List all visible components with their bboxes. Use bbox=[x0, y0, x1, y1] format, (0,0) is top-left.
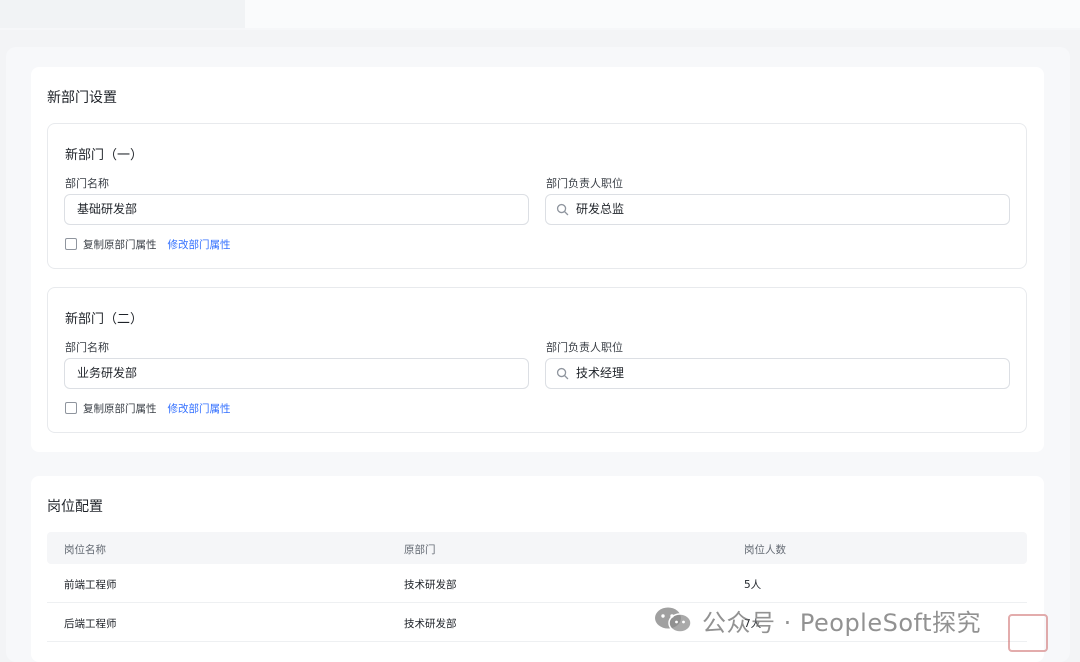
card-title: 新部门（一） bbox=[65, 148, 144, 163]
col-header-headcount: 岗位人数 bbox=[744, 544, 786, 556]
wechat-icon bbox=[655, 607, 692, 633]
dept-name-input[interactable]: 基础研发部 bbox=[64, 194, 529, 225]
copy-attr-label[interactable]: 复制原部门属性 bbox=[83, 401, 157, 416]
dept-name-label: 部门名称 bbox=[65, 341, 109, 354]
stamp-logo bbox=[1008, 614, 1048, 652]
col-header-post-name: 岗位名称 bbox=[64, 544, 106, 556]
modify-attr-link[interactable]: 修改部门属性 bbox=[168, 237, 231, 252]
search-icon bbox=[556, 367, 569, 380]
copy-attr-checkbox[interactable] bbox=[65, 238, 77, 250]
modify-attr-link[interactable]: 修改部门属性 bbox=[168, 401, 231, 416]
dept-head-search-input[interactable]: 研发总监 bbox=[545, 194, 1010, 225]
copy-attr-row: 复制原部门属性 修改部门属性 bbox=[65, 237, 231, 251]
cell-headcount: 5人 bbox=[744, 579, 762, 591]
cell-orig-dept: 技术研发部 bbox=[404, 618, 457, 630]
dept-name-input[interactable]: 业务研发部 bbox=[64, 358, 529, 389]
dept-card-1: 新部门（一） 部门名称 部门负责人职位 基础研发部 研发总监 复制原部门属性 修… bbox=[47, 123, 1027, 269]
cell-post-name: 前端工程师 bbox=[64, 579, 117, 591]
dept-head-value: 技术经理 bbox=[576, 366, 625, 380]
dept-head-label: 部门负责人职位 bbox=[546, 341, 623, 354]
dept-card-2: 新部门（二） 部门名称 部门负责人职位 业务研发部 技术经理 复制原部门属性 修… bbox=[47, 287, 1027, 433]
dept-head-value: 研发总监 bbox=[576, 202, 625, 216]
dept-name-label: 部门名称 bbox=[65, 177, 109, 190]
top-bar-right bbox=[245, 0, 1080, 28]
copy-attr-checkbox[interactable] bbox=[65, 402, 77, 414]
card-title: 新部门（二） bbox=[65, 312, 144, 327]
dept-head-search-input[interactable]: 技术经理 bbox=[545, 358, 1010, 389]
copy-attr-label[interactable]: 复制原部门属性 bbox=[83, 237, 157, 252]
cell-post-name: 后端工程师 bbox=[64, 618, 117, 630]
table-row[interactable]: 前端工程师 技术研发部 5人 bbox=[47, 564, 1027, 603]
dept-head-label: 部门负责人职位 bbox=[546, 177, 623, 190]
watermark: 公众号 · PeopleSoft探究 bbox=[652, 604, 981, 637]
section-title: 岗位配置 bbox=[47, 499, 103, 515]
copy-attr-row: 复制原部门属性 修改部门属性 bbox=[65, 401, 231, 415]
top-bar-left bbox=[0, 0, 245, 28]
watermark-text: 公众号 · PeopleSoft探究 bbox=[702, 608, 981, 637]
col-header-orig-dept: 原部门 bbox=[404, 544, 436, 556]
new-dept-section: 新部门设置 新部门（一） 部门名称 部门负责人职位 基础研发部 研发总监 复制原… bbox=[31, 67, 1044, 452]
table-header: 岗位名称 原部门 岗位人数 bbox=[47, 532, 1027, 564]
top-bar bbox=[0, 0, 1080, 30]
section-title: 新部门设置 bbox=[47, 90, 117, 106]
cell-orig-dept: 技术研发部 bbox=[404, 579, 457, 591]
search-icon bbox=[556, 203, 569, 216]
